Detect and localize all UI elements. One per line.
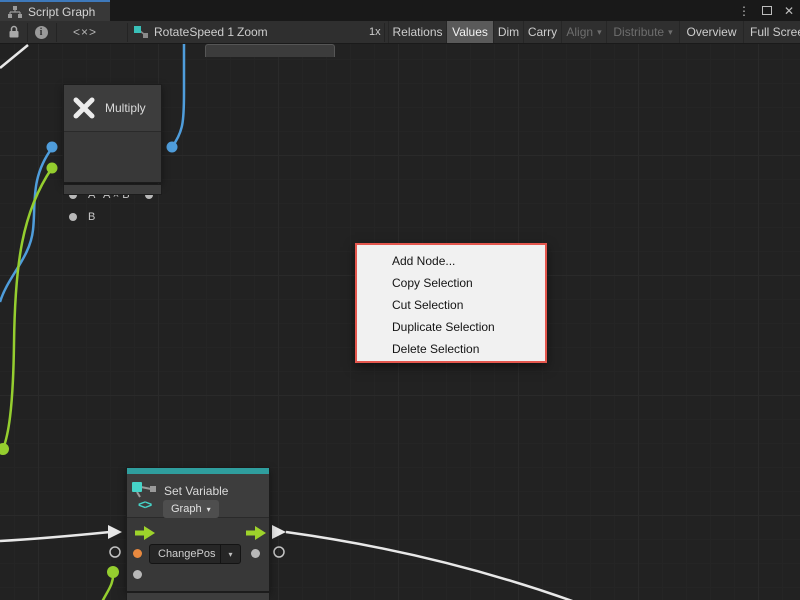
port-input-b[interactable] (69, 213, 77, 221)
graph-breadcrumb[interactable]: RotateSpeed 1 (133, 21, 234, 43)
variable-scope-dropdown[interactable]: Graph ▾ (163, 500, 219, 518)
chevron-down-icon: ▾ (207, 505, 211, 514)
multiply-footer (63, 184, 162, 195)
multiply-body: A A × B B (64, 132, 161, 182)
unconnected-port-ring[interactable] (110, 547, 120, 557)
flow-out-arrow-icon[interactable] (272, 525, 286, 539)
variable-name-value: ChangePos (150, 548, 220, 560)
angle-brackets-icon: <> (138, 497, 151, 512)
close-icon[interactable]: ✕ (784, 5, 794, 17)
green-connection-dot[interactable] (107, 566, 119, 578)
clipped-node-top[interactable] (205, 44, 335, 57)
variable-name-dropdown[interactable]: ChangePos ▾ (149, 544, 241, 564)
inspect-button[interactable]: i (29, 21, 53, 43)
values-label: Values (452, 25, 488, 39)
green-connection-dot[interactable] (0, 443, 9, 455)
tab-script-graph[interactable]: Script Graph (0, 0, 110, 21)
blue-connection-dot[interactable] (47, 142, 58, 153)
menu-item-add-node[interactable]: Add Node... (357, 250, 545, 272)
set-variable-header[interactable]: <> Set Variable Graph ▾ (127, 474, 269, 518)
tab-bar: Script Graph ⋮ ✕ (0, 0, 800, 21)
graph-toolbar: i <×> RotateSpeed 1 Zoom 1x Relations Va… (0, 21, 800, 44)
graph-canvas[interactable]: Multiply A A × B B Add Node... Copy Sele… (0, 44, 800, 600)
dim-button[interactable]: Dim (493, 21, 523, 43)
wire-flow-in[interactable] (0, 532, 110, 541)
blue-connection-dot[interactable] (167, 142, 178, 153)
multiply-icon (71, 95, 97, 121)
wire-blue-output[interactable] (172, 44, 184, 147)
lock-button[interactable] (2, 21, 26, 43)
carry-label: Carry (528, 25, 557, 39)
code-icon: <×> (73, 25, 97, 39)
window-controls: ⋮ ✕ (738, 0, 794, 21)
carry-button[interactable]: Carry (523, 21, 561, 43)
wire-green-bottom[interactable] (102, 572, 113, 600)
context-menu: Add Node... Copy Selection Cut Selection… (355, 243, 547, 363)
multiply-header[interactable]: Multiply (64, 85, 161, 132)
set-variable-footer (126, 592, 270, 600)
distribute-button: Distribute ▾ (606, 21, 679, 43)
set-variable-icon: <> (131, 480, 159, 514)
script-graph-icon (8, 6, 22, 18)
flow-input-arrow-icon[interactable] (135, 526, 156, 540)
wire-flow-out[interactable] (286, 532, 575, 600)
unconnected-port-ring[interactable] (274, 547, 284, 557)
graph-node-icon (133, 24, 149, 40)
zoom-label: Zoom (237, 21, 268, 43)
relations-label: Relations (392, 25, 442, 39)
menu-item-copy-selection[interactable]: Copy Selection (357, 272, 545, 294)
align-button: Align ▾ (561, 21, 606, 43)
node-set-variable[interactable]: <> Set Variable Graph ▾ ChangePos ▾ (126, 467, 270, 592)
value-preview-button[interactable]: <×> (60, 21, 110, 43)
port-label-b: B (88, 211, 95, 223)
flow-in-arrow-icon[interactable] (108, 525, 122, 539)
info-icon: i (35, 26, 48, 39)
wire-green-input[interactable] (3, 168, 52, 449)
chevron-down-icon: ▾ (597, 27, 602, 38)
dim-label: Dim (498, 25, 519, 39)
tab-title: Script Graph (28, 5, 95, 19)
window-menu-icon[interactable]: ⋮ (738, 5, 750, 17)
node-multiply[interactable]: Multiply A A × B B (63, 84, 162, 183)
chevron-down-icon: ▾ (220, 545, 240, 563)
green-connection-dot[interactable] (47, 163, 58, 174)
distribute-label: Distribute (613, 25, 664, 39)
graph-name: RotateSpeed 1 (154, 25, 234, 39)
toolbar-separator (56, 23, 57, 42)
align-label: Align (566, 25, 593, 39)
toolbar-separator (384, 23, 385, 42)
menu-item-cut-selection[interactable]: Cut Selection (357, 294, 545, 316)
zoom-value: 1x (369, 21, 381, 43)
port-fallback-input[interactable] (133, 570, 142, 579)
values-button[interactable]: Values (446, 21, 493, 43)
overview-button[interactable]: Overview (679, 21, 743, 43)
wire-blue-input[interactable] (0, 148, 52, 302)
port-variable-input[interactable] (133, 549, 142, 558)
chevron-down-icon: ▾ (668, 27, 673, 38)
menu-item-duplicate-selection[interactable]: Duplicate Selection (357, 316, 545, 338)
context-menu-list: Add Node... Copy Selection Cut Selection… (357, 245, 545, 360)
wire-white-topleft[interactable] (0, 45, 28, 68)
port-value-output[interactable] (251, 549, 260, 558)
flow-output-arrow-icon[interactable] (246, 526, 267, 540)
lock-icon (8, 25, 20, 39)
overview-label: Overview (686, 25, 736, 39)
scope-value: Graph (171, 503, 202, 515)
set-variable-body: ChangePos ▾ (127, 518, 269, 591)
maximize-icon[interactable] (762, 6, 772, 15)
toolbar-separator (127, 23, 128, 42)
toolbar-separator (27, 23, 28, 42)
full-screen-button[interactable]: Full Screen (743, 21, 800, 43)
relations-button[interactable]: Relations (388, 21, 446, 43)
full-screen-label: Full Screen (750, 25, 800, 39)
node-title: Set Variable (164, 484, 228, 498)
menu-item-delete-selection[interactable]: Delete Selection (357, 338, 545, 360)
node-title: Multiply (105, 101, 146, 115)
